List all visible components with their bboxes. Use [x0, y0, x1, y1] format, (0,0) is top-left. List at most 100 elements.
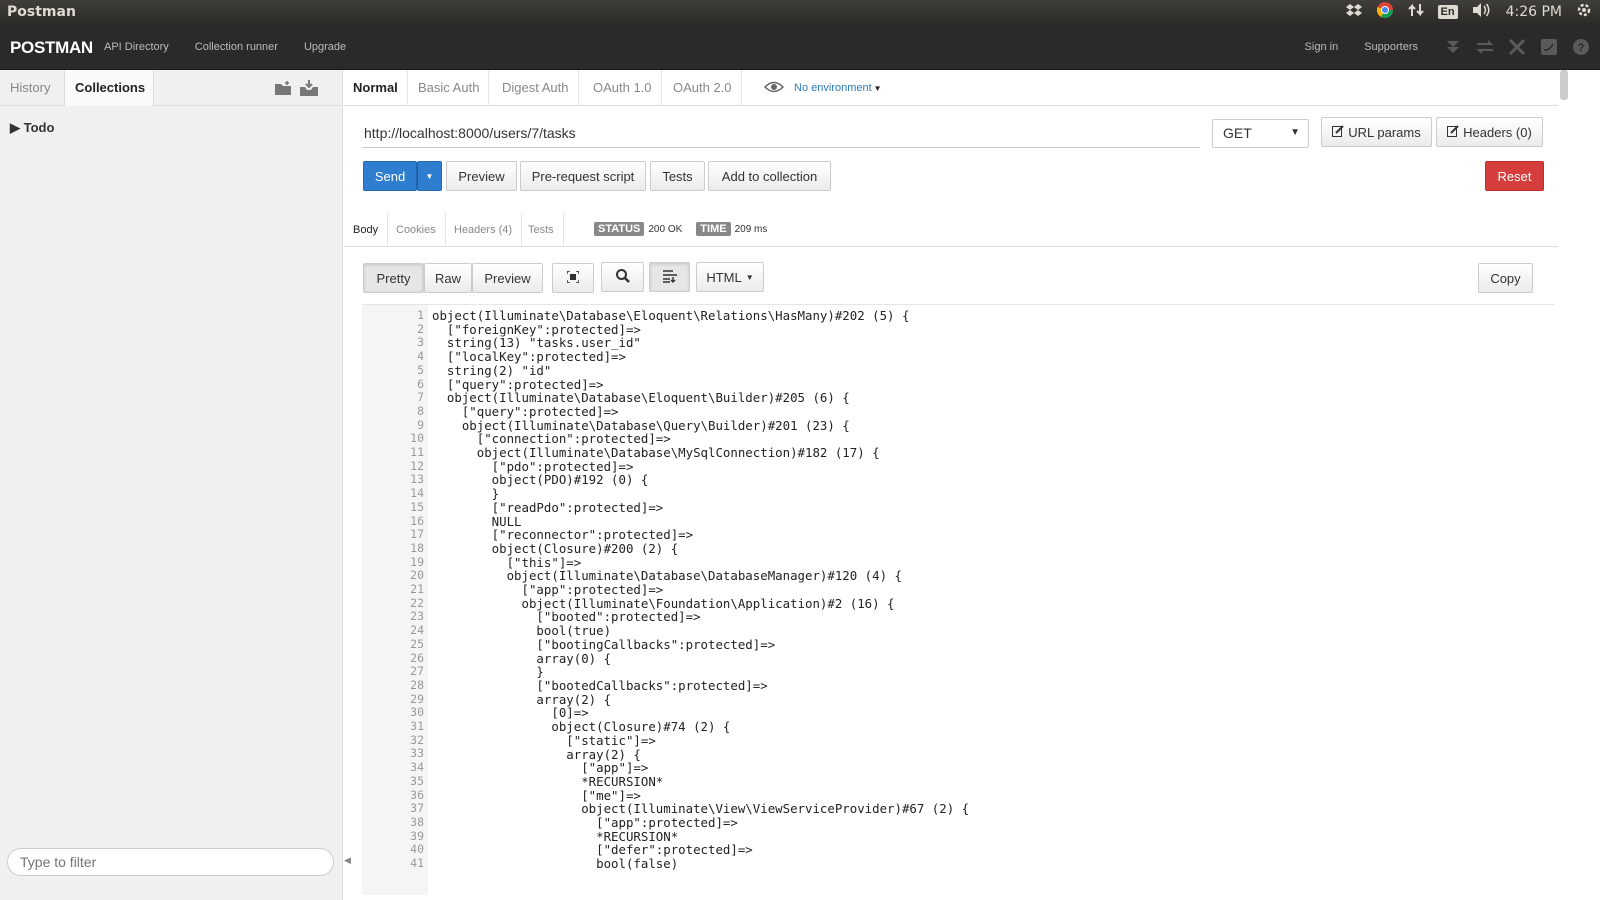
dropbox-icon[interactable] — [1345, 3, 1362, 22]
supporters-link[interactable]: Supporters — [1364, 41, 1418, 53]
page-scrollbar[interactable] — [1560, 70, 1568, 100]
twitter-icon[interactable] — [1540, 38, 1558, 56]
sidebar-tabs: History Collections — [0, 70, 343, 106]
code-line: object(Illuminate\Database\DatabaseManag… — [432, 568, 902, 584]
power-gear-icon[interactable] — [1576, 2, 1592, 23]
environment-selector[interactable]: No environment ▼ — [763, 70, 882, 106]
pretty-view-button[interactable]: Pretty — [363, 263, 424, 293]
line-number: 29 — [410, 691, 424, 706]
code-line: ["me"]=> — [432, 787, 641, 803]
send-dropdown-button[interactable]: ▼ — [417, 161, 442, 191]
tab-basic-auth[interactable]: Basic Auth — [409, 70, 490, 106]
response-code[interactable]: object(Illuminate\Database\Eloquent\Rela… — [432, 309, 969, 871]
code-line: string(2) "id" — [432, 362, 552, 378]
tab-cookies[interactable]: Cookies — [387, 213, 446, 247]
tab-normal[interactable]: Normal — [344, 70, 408, 106]
tab-digest-auth[interactable]: Digest Auth — [493, 70, 579, 106]
fullscreen-button[interactable] — [552, 263, 594, 293]
reset-button[interactable]: Reset — [1485, 161, 1544, 191]
url-params-label: URL params — [1348, 124, 1421, 140]
tab-body[interactable]: Body — [344, 213, 389, 247]
code-line: ["readPdo":protected]=> — [432, 499, 664, 515]
environment-label[interactable]: No environment — [794, 82, 872, 94]
line-number: 28 — [410, 677, 424, 692]
send-button[interactable]: Send — [363, 161, 417, 191]
add-to-collection-button[interactable]: Add to collection — [708, 161, 831, 191]
edit-icon — [1332, 124, 1344, 140]
code-line: ["bootingCallbacks":protected]=> — [432, 636, 776, 652]
url-params-button[interactable]: URL params — [1321, 117, 1432, 147]
line-number: 32 — [410, 732, 424, 747]
line-number: 36 — [410, 787, 424, 802]
new-collection-folder-icon[interactable] — [273, 78, 293, 98]
collection-item-todo[interactable]: ▶ Todo — [10, 120, 54, 136]
code-line: object(Illuminate\Database\Query\Builder… — [432, 417, 850, 433]
tab-response-headers[interactable]: Headers (4) — [445, 213, 523, 247]
import-collection-icon[interactable] — [299, 78, 319, 98]
code-line: ["reconnector":protected]=> — [432, 527, 694, 543]
format-value: HTML — [706, 269, 742, 285]
sync-icon[interactable] — [1444, 38, 1462, 56]
code-line: ["query":protected]=> — [432, 403, 619, 419]
status-badge: STATUS — [594, 222, 645, 236]
app-header: POSTMAN API Directory Collection runner … — [0, 24, 1600, 70]
volume-icon[interactable] — [1472, 2, 1492, 23]
chrome-icon[interactable] — [1376, 1, 1394, 24]
prerequest-script-button[interactable]: Pre-request script — [520, 161, 646, 191]
nav-upgrade[interactable]: Upgrade — [304, 41, 346, 53]
code-line: *RECURSION* — [432, 773, 664, 789]
preview-button[interactable]: Preview — [446, 161, 517, 191]
postman-logo[interactable]: POSTMAN — [10, 38, 93, 58]
headers-button[interactable]: Headers (0) — [1436, 117, 1543, 147]
nav-api-directory[interactable]: API Directory — [104, 41, 169, 53]
code-line: object(Illuminate\Foundation\Application… — [432, 595, 895, 611]
tab-response-tests[interactable]: Tests — [519, 213, 564, 247]
line-number: 27 — [410, 664, 424, 679]
code-line: ["this"]=> — [432, 554, 582, 570]
clock[interactable]: 4:26 PM — [1506, 4, 1562, 20]
code-line: object(Illuminate\Database\Eloquent\Rela… — [432, 308, 910, 323]
line-number: 34 — [410, 760, 424, 775]
nav-collection-runner[interactable]: Collection runner — [195, 41, 278, 53]
copy-button[interactable]: Copy — [1478, 263, 1533, 293]
interceptor-icon[interactable] — [1476, 38, 1494, 56]
line-number: 24 — [410, 623, 424, 638]
headers-label: Headers (0) — [1463, 124, 1532, 140]
tab-collections[interactable]: Collections — [64, 70, 154, 106]
raw-view-button[interactable]: Raw — [424, 263, 472, 293]
settings-wrench-icon[interactable] — [1508, 38, 1526, 56]
filter-input[interactable] — [7, 848, 334, 876]
method-select[interactable]: GET ▼ — [1212, 119, 1309, 148]
code-line: array(0) { — [432, 650, 612, 666]
keyboard-language-indicator[interactable]: En — [1437, 5, 1458, 19]
wrap-lines-button[interactable] — [649, 262, 690, 292]
eye-icon[interactable] — [763, 80, 785, 96]
tab-oauth2[interactable]: OAuth 2.0 — [664, 70, 742, 106]
response-body-editor[interactable]: 1 2 3 4 5 6 7 8 9 10 11 12 13 14 15 16 17 18 19 20 21 22 23 24 2… — [362, 304, 1554, 895]
code-line: NULL — [432, 513, 522, 529]
line-number: 13 — [410, 472, 424, 487]
tests-button[interactable]: Tests — [650, 161, 705, 191]
preview-view-button[interactable]: Preview — [472, 263, 543, 293]
code-line: array(2) { — [432, 746, 641, 762]
code-line: ["bootedCallbacks":protected]=> — [432, 677, 768, 693]
auth-tabs: Normal Basic Auth Digest Auth OAuth 1.0 … — [344, 70, 1558, 106]
fullscreen-icon — [566, 269, 580, 286]
sign-in-link[interactable]: Sign in — [1305, 41, 1339, 53]
code-line: object(Illuminate\Database\MySqlConnecti… — [432, 445, 880, 461]
help-icon[interactable]: ? — [1572, 38, 1590, 56]
code-line: object(Closure)#74 (2) { — [432, 719, 731, 735]
url-input[interactable] — [362, 118, 1200, 148]
code-line: object(PDO)#192 (0) { — [432, 472, 649, 488]
code-line: object(Illuminate\Database\Eloquent\Buil… — [432, 390, 850, 406]
search-button[interactable] — [601, 262, 644, 292]
code-line: ["localKey":protected]=> — [432, 349, 626, 365]
code-line: ["defer":protected]=> — [432, 842, 753, 858]
code-line: ["query":protected]=> — [432, 376, 604, 392]
line-number: 3 — [417, 335, 424, 350]
format-select[interactable]: HTML ▼ — [696, 262, 764, 292]
tab-history[interactable]: History — [0, 70, 60, 106]
line-number: 5 — [417, 362, 424, 377]
tab-oauth1[interactable]: OAuth 1.0 — [584, 70, 662, 106]
network-icon[interactable] — [1407, 2, 1424, 23]
